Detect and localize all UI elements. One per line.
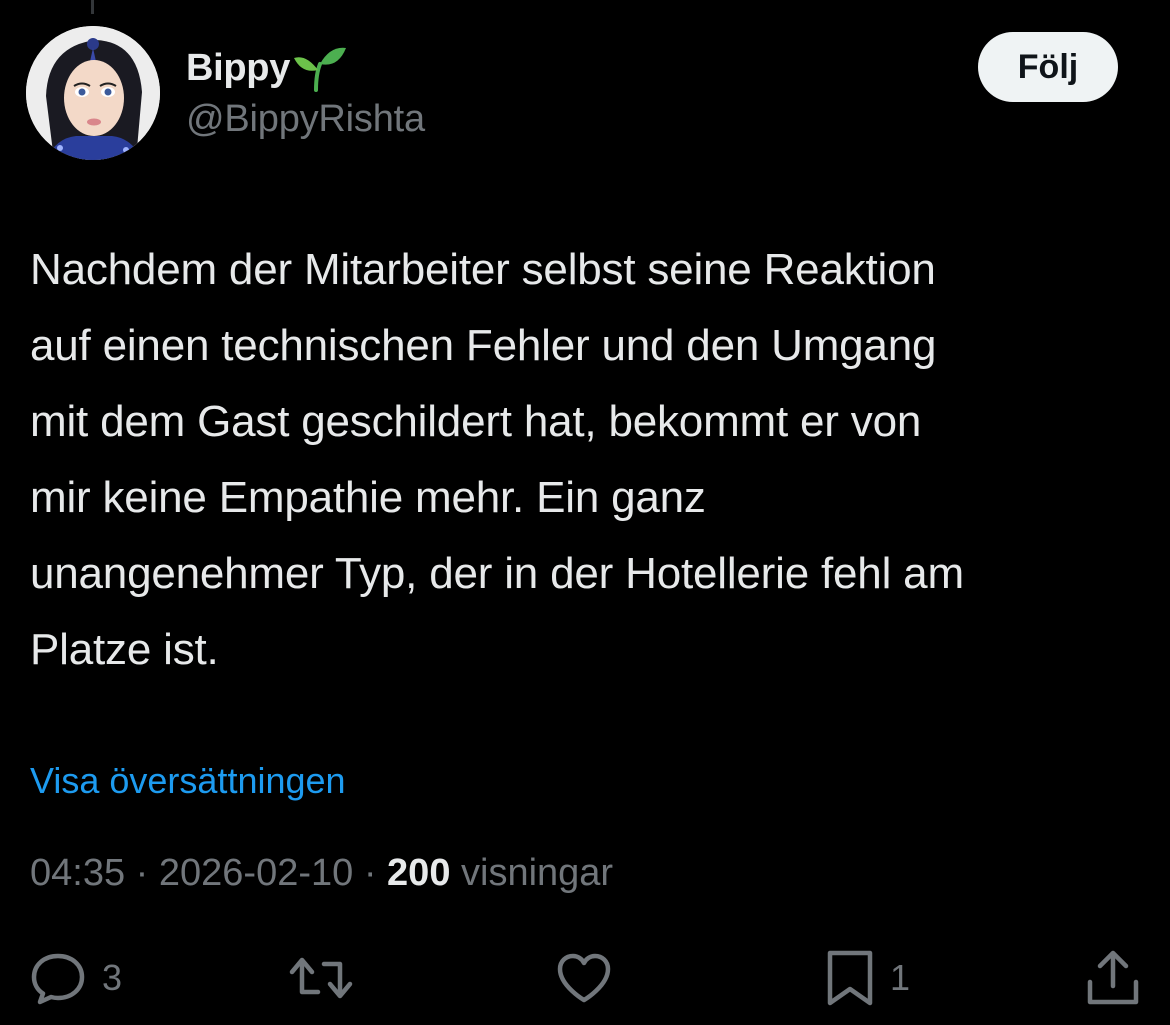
author-name-row[interactable]: Bippy bbox=[186, 44, 347, 92]
meta-separator: · bbox=[363, 852, 377, 894]
seedling-icon bbox=[292, 44, 347, 92]
bookmark-button[interactable]: 1 bbox=[824, 940, 910, 1016]
bookmark-count: 1 bbox=[890, 957, 911, 998]
avatar-image bbox=[26, 26, 160, 160]
views-label: visningar bbox=[461, 852, 614, 894]
tweet-text-line: Platze ist. bbox=[30, 625, 219, 674]
reply-icon bbox=[28, 948, 88, 1008]
heart-icon bbox=[554, 948, 614, 1008]
tweet-text-line: auf einen technischen Fehler und den Umg… bbox=[30, 321, 937, 370]
repost-icon bbox=[288, 948, 354, 1008]
tweet-text-line: unangenehmer Typ, der in der Hotellerie … bbox=[30, 549, 964, 598]
follow-button[interactable]: Följ bbox=[978, 32, 1118, 102]
views-count: 200 bbox=[387, 852, 451, 894]
tweet-text-line: Nachdem der Mitarbeiter selbst seine Rea… bbox=[30, 245, 936, 294]
tweet-date[interactable]: 2026-02-10 bbox=[159, 852, 353, 894]
tweet-text-line: mit dem Gast geschildert hat, bekommt er… bbox=[30, 397, 922, 446]
tweet-text: Nachdem der Mitarbeiter selbst seine Rea… bbox=[30, 232, 1150, 688]
bookmark-icon bbox=[824, 947, 876, 1009]
thread-connector-line bbox=[91, 0, 94, 14]
repost-button[interactable] bbox=[288, 940, 354, 1016]
avatar[interactable] bbox=[26, 26, 160, 160]
share-button[interactable] bbox=[1084, 940, 1142, 1016]
tweet-text-line: mir keine Empathie mehr. Ein ganz bbox=[30, 473, 706, 522]
share-icon bbox=[1084, 948, 1142, 1008]
show-translation-link[interactable]: Visa översättningen bbox=[30, 760, 346, 802]
author-handle[interactable]: @BippyRishta bbox=[186, 98, 425, 141]
meta-separator: · bbox=[135, 852, 149, 894]
tweet-time[interactable]: 04:35 bbox=[30, 852, 125, 894]
author-display-name[interactable]: Bippy bbox=[186, 47, 290, 90]
like-button[interactable] bbox=[554, 940, 614, 1016]
action-bar: 3 1 bbox=[0, 940, 1170, 1016]
tweet-meta: 04:35 · 2026-02-10 · 200 visningar bbox=[30, 852, 613, 895]
reply-button[interactable]: 3 bbox=[28, 940, 122, 1016]
reply-count: 3 bbox=[102, 957, 123, 998]
